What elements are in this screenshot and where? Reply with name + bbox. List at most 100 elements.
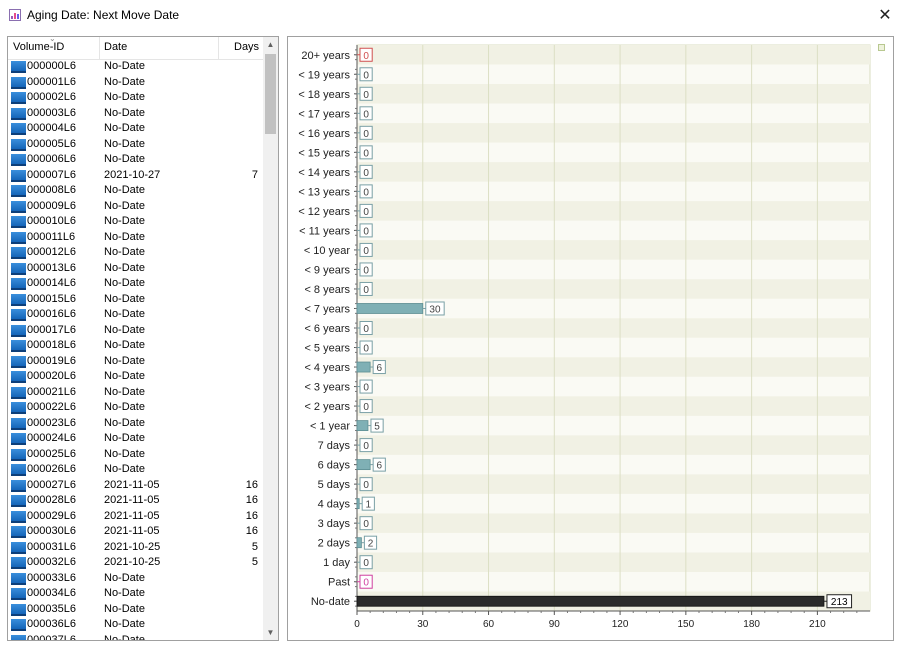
list-item[interactable]: 000004L6 No-Date [8, 121, 263, 137]
list-item[interactable]: 000032L6 2021-10-25 5 [8, 555, 263, 571]
tape-volume-icon [11, 526, 26, 538]
chart-corner-marker [878, 44, 885, 51]
date-cell: No-Date [104, 354, 145, 367]
volume-id-cell: 000016L6 [27, 308, 76, 320]
column-header-date[interactable]: Date [104, 41, 127, 53]
list-item[interactable]: 000014L6 No-Date [8, 276, 263, 292]
list-item[interactable]: 000005L6 No-Date [8, 137, 263, 153]
y-tick-label: 20+ years [301, 50, 350, 62]
data-label: 6 [376, 363, 382, 374]
list-item[interactable]: 000017L6 No-Date [8, 323, 263, 339]
list-item[interactable]: 000013L6 No-Date [8, 261, 263, 277]
tape-volume-icon [11, 433, 26, 445]
list-item[interactable]: 000012L6 No-Date [8, 245, 263, 261]
close-button[interactable]: ✕ [870, 0, 900, 30]
column-divider[interactable] [99, 37, 100, 59]
date-cell: No-Date [104, 75, 145, 88]
list-item[interactable]: 000029L6 2021-11-05 16 [8, 509, 263, 525]
data-label: 0 [363, 207, 369, 218]
volume-id-cell: 000017L6 [27, 323, 76, 336]
close-icon: ✕ [878, 7, 892, 24]
date-cell: No-Date [104, 122, 145, 134]
tape-volume-icon [11, 402, 26, 414]
date-cell: 2021-11-05 [104, 525, 160, 537]
list-item[interactable]: 000037L6 No-Date [8, 633, 263, 640]
scroll-up-icon[interactable]: ▲ [263, 37, 278, 52]
list-item[interactable]: 000020L6 No-Date [8, 369, 263, 385]
date-cell: No-Date [104, 447, 145, 460]
list-item[interactable]: 000019L6 No-Date [8, 354, 263, 370]
row-band [357, 123, 870, 143]
column-header-volume-id[interactable]: Volume-ID [13, 41, 64, 53]
date-cell: No-Date [104, 323, 145, 336]
scroll-down-icon[interactable]: ▼ [263, 625, 278, 640]
title-bar: Aging Date: Next Move Date ✕ [0, 0, 900, 30]
volume-id-cell: 000005L6 [27, 137, 76, 150]
list-item[interactable]: 000026L6 No-Date [8, 462, 263, 478]
list-item[interactable]: 000034L6 No-Date [8, 586, 263, 602]
bar [356, 420, 369, 431]
list-item[interactable]: 000002L6 No-Date [8, 90, 263, 106]
data-label: 0 [363, 109, 369, 120]
list-item[interactable]: 000027L6 2021-11-05 16 [8, 478, 263, 494]
list-item[interactable]: 000010L6 No-Date [8, 214, 263, 230]
row-band [357, 162, 870, 182]
volume-id-cell: 000013L6 [27, 261, 76, 274]
tape-volume-icon [11, 107, 26, 120]
list-item[interactable]: 000035L6 No-Date [8, 602, 263, 618]
row-band [357, 318, 870, 338]
data-label: 5 [374, 422, 380, 433]
list-item[interactable]: 000022L6 No-Date [8, 400, 263, 416]
y-tick-label: Past [328, 577, 350, 589]
list-item[interactable]: 000006L6 No-Date [8, 152, 263, 168]
y-tick-label: 5 days [318, 479, 351, 491]
tape-volume-icon [11, 557, 26, 569]
list-item[interactable]: 000011L6 No-Date [8, 230, 263, 246]
list-item[interactable]: 000030L6 2021-11-05 16 [8, 524, 263, 540]
list-item[interactable]: 000024L6 No-Date [8, 431, 263, 447]
y-tick-label: < 4 years [304, 362, 350, 374]
volume-id-cell: 000026L6 [27, 463, 76, 475]
volume-id-cell: 000024L6 [27, 432, 76, 444]
list-item[interactable]: 000000L6 No-Date [8, 59, 263, 75]
list-item[interactable]: 000003L6 No-Date [8, 106, 263, 122]
list-item[interactable]: 000018L6 No-Date [8, 338, 263, 354]
date-cell: No-Date [104, 261, 145, 274]
data-label: 0 [363, 519, 369, 530]
date-cell: No-Date [104, 199, 145, 212]
list-item[interactable]: 000036L6 No-Date [8, 617, 263, 633]
column-header-days[interactable]: Days [234, 41, 259, 53]
list-item[interactable]: 000025L6 No-Date [8, 447, 263, 463]
data-label: 0 [363, 441, 369, 452]
days-cell: 7 [251, 168, 258, 181]
vertical-scrollbar[interactable]: ▲ ▼ [263, 37, 278, 640]
bar [356, 303, 424, 314]
volume-list[interactable]: ⌄ Volume-ID Date Days 000000L6 No-Date 000… [7, 36, 279, 641]
scrollbar-thumb[interactable] [265, 54, 276, 134]
list-item[interactable]: 000009L6 No-Date [8, 199, 263, 215]
tape-volume-icon [11, 417, 26, 430]
list-item[interactable]: 000033L6 No-Date [8, 571, 263, 587]
data-label: 0 [363, 578, 369, 589]
y-tick-label: < 8 years [304, 284, 350, 296]
x-tick-label: 120 [612, 619, 629, 630]
list-item[interactable]: 000001L6 No-Date [8, 75, 263, 91]
list-item[interactable]: 000007L6 2021-10-27 7 [8, 168, 263, 184]
volume-id-cell: 000027L6 [27, 478, 76, 491]
tape-volume-icon [11, 247, 26, 259]
list-item[interactable]: 000016L6 No-Date [8, 307, 263, 323]
row-band [357, 552, 870, 572]
list-item[interactable]: 000021L6 No-Date [8, 385, 263, 401]
row-band [357, 240, 870, 260]
list-item[interactable]: 000015L6 No-Date [8, 292, 263, 308]
tape-volume-icon [11, 386, 26, 399]
list-item[interactable]: 000008L6 No-Date [8, 183, 263, 199]
list-item[interactable]: 000028L6 2021-11-05 16 [8, 493, 263, 509]
column-divider[interactable] [218, 37, 219, 59]
tape-volume-icon [11, 495, 26, 507]
data-label: 0 [363, 324, 369, 335]
y-tick-label: 2 days [318, 538, 351, 550]
list-item[interactable]: 000023L6 No-Date [8, 416, 263, 432]
tape-volume-icon [11, 123, 26, 135]
list-item[interactable]: 000031L6 2021-10-25 5 [8, 540, 263, 556]
